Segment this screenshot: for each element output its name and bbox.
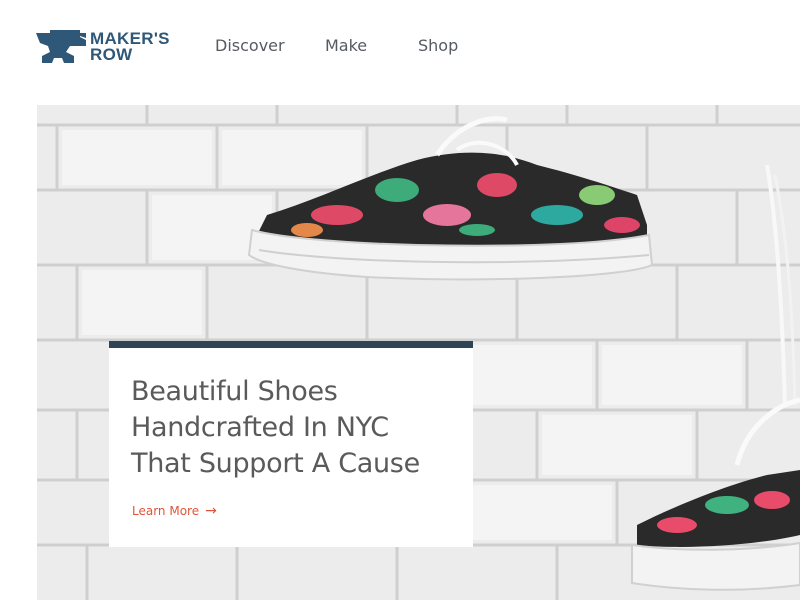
nav-shop[interactable]: Shop [418,36,458,55]
site-header: MAKER'S ROW Discover Make Shop [0,0,800,100]
nav-discover[interactable]: Discover [215,36,285,55]
hero-card: Beautiful Shoes Handcrafted In NYC That … [109,341,473,547]
anvil-logo-icon [36,30,86,63]
hero-headline-line: Beautiful Shoes [131,376,338,407]
hero-headline-line: That Support A Cause [131,448,420,479]
brand-wordmark: MAKER'S ROW [90,30,170,64]
hero-headline: Beautiful Shoes Handcrafted In NYC That … [131,374,461,482]
learn-more-label: Learn More [132,504,200,518]
nav-make[interactable]: Make [325,36,367,55]
learn-more-link[interactable]: Learn More → [132,503,217,519]
brand-line-2: ROW [90,45,133,64]
hero-headline-line: Handcrafted In NYC [131,412,389,443]
arrow-right-icon: → [205,503,217,519]
brand-logo[interactable]: MAKER'S ROW [36,30,170,66]
